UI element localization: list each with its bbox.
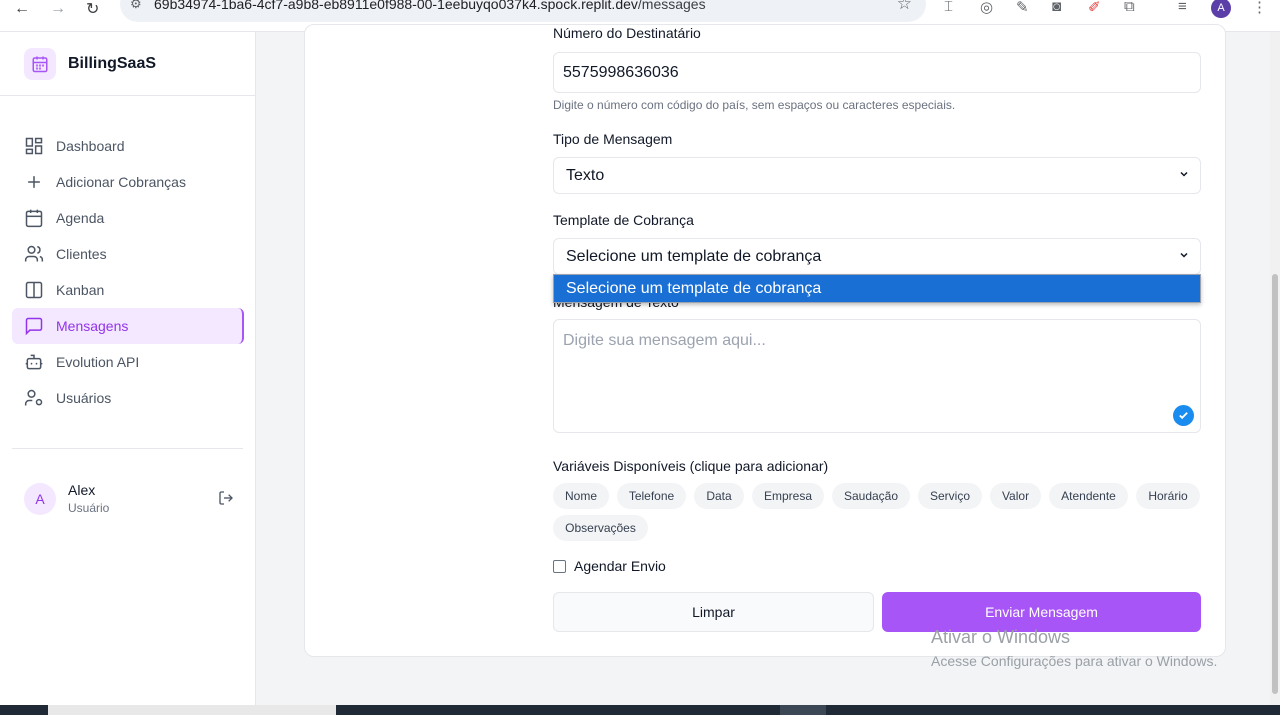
sidebar-item-label: Usuários: [56, 390, 112, 406]
clear-button[interactable]: Limpar: [553, 592, 874, 632]
variable-chip[interactable]: Saudação: [832, 483, 910, 509]
send-message-button[interactable]: Enviar Mensagem: [882, 592, 1201, 632]
url-path: /messages: [637, 0, 706, 12]
user-profile: A Alex Usuário: [24, 482, 234, 515]
chevron-down-icon: [1178, 168, 1190, 183]
kanban-icon: [24, 280, 44, 300]
calendar-icon: [24, 208, 44, 228]
back-icon[interactable]: ←: [14, 0, 30, 18]
recipient-help: Digite o número com código do país, sem …: [553, 98, 956, 112]
sidebar-item-label: Mensagens: [56, 318, 129, 334]
sidebar-item-users[interactable]: Usuários: [12, 380, 244, 416]
message-type-label: Tipo de Mensagem: [553, 131, 673, 147]
taskbar: [0, 705, 1280, 715]
message-icon: [24, 316, 44, 336]
extension-compass-icon[interactable]: ◎: [980, 0, 993, 16]
logout-icon[interactable]: [218, 490, 234, 511]
message-placeholder: Digite sua mensagem aqui...: [563, 332, 766, 349]
checkmark-icon: [1173, 405, 1194, 426]
sidebar-item-dashboard[interactable]: Dashboard: [12, 128, 244, 164]
profile-avatar[interactable]: A: [1211, 0, 1231, 18]
sidebar-item-label: Agenda: [56, 210, 105, 226]
main-content: Número do Destinatário 5575998636036 Dig…: [256, 24, 1280, 705]
variable-chip[interactable]: Telefone: [617, 483, 686, 509]
sidebar-item-evolution-api[interactable]: Evolution API: [12, 344, 244, 380]
reading-list-icon[interactable]: ≡: [1178, 0, 1187, 15]
template-label: Template de Cobrança: [553, 212, 694, 228]
scrollbar-thumb[interactable]: [1272, 274, 1278, 694]
url-host: 69b34974-1ba6-4cf7-a9b8-eb8911e0f988-00-…: [154, 0, 638, 12]
divider: [12, 448, 243, 449]
plus-icon: [24, 172, 44, 192]
schedule-label: Agendar Envio: [574, 558, 666, 574]
variable-chip[interactable]: Atendente: [1049, 483, 1128, 509]
template-dropdown-option[interactable]: Selecione um template de cobrança: [553, 274, 1201, 303]
sidebar: BillingSaaS Dashboard Adicionar Cobrança…: [0, 32, 256, 705]
taskbar-search[interactable]: [48, 705, 336, 715]
brand-name: BillingSaaS: [68, 55, 157, 72]
sidebar-item-messages[interactable]: Mensagens: [12, 308, 244, 344]
variable-chip[interactable]: Valor: [990, 483, 1041, 509]
avatar: A: [24, 482, 56, 515]
scrollbar[interactable]: [1270, 32, 1280, 705]
schedule-checkbox[interactable]: [553, 559, 566, 573]
template-value: Selecione um template de cobrança: [566, 247, 822, 265]
extension-pen-icon[interactable]: ✐: [1088, 0, 1101, 16]
calendar-logo-icon: [24, 48, 56, 80]
dashboard-icon: [24, 136, 44, 156]
bot-icon: [24, 352, 44, 372]
template-select[interactable]: Selecione um template de cobrança: [553, 238, 1201, 275]
extensions-puzzle-icon[interactable]: ⧉: [1124, 0, 1135, 15]
watermark-subtitle: Acesse Configurações para ativar o Windo…: [931, 653, 1218, 669]
variable-chip[interactable]: Horário: [1136, 483, 1200, 509]
menu-dots-icon[interactable]: ⋮: [1252, 0, 1267, 16]
variables-label: Variáveis Disponíveis (clique para adici…: [553, 458, 829, 474]
address-bar[interactable]: ⚙ 69b34974-1ba6-4cf7-a9b8-eb8911e0f988-0…: [120, 0, 926, 22]
recipient-label: Número do Destinatário: [553, 25, 701, 41]
watermark-title: Ativar o Windows: [931, 627, 1071, 647]
variable-chip[interactable]: Data: [694, 483, 744, 509]
bookmark-star-icon[interactable]: ☆: [897, 0, 912, 14]
sidebar-item-agenda[interactable]: Agenda: [12, 200, 244, 236]
recipient-input[interactable]: 5575998636036: [553, 52, 1201, 93]
sidebar-item-label: Kanban: [56, 282, 105, 298]
extension-eyedropper-icon[interactable]: ✎: [1016, 0, 1029, 16]
sidebar-item-kanban[interactable]: Kanban: [12, 272, 244, 308]
sidebar-item-label: Clientes: [56, 246, 107, 262]
message-type-value: Texto: [566, 166, 605, 184]
reload-icon[interactable]: ↻: [86, 0, 99, 18]
forward-icon[interactable]: →: [50, 0, 66, 18]
extension-camera-icon[interactable]: ◙: [1052, 0, 1061, 15]
taskbar-app-active[interactable]: [780, 705, 826, 715]
users-icon: [24, 244, 44, 264]
message-type-select[interactable]: Texto: [553, 157, 1201, 194]
user-name: Alex: [68, 482, 96, 498]
divider: [0, 95, 255, 96]
user-role: Usuário: [68, 501, 110, 515]
variable-chip[interactable]: Serviço: [918, 483, 982, 509]
schedule-toggle[interactable]: Agendar Envio: [553, 558, 666, 574]
sidebar-item-clients[interactable]: Clientes: [12, 236, 244, 272]
sidebar-item-add-charges[interactable]: Adicionar Cobranças: [12, 164, 244, 200]
brand[interactable]: BillingSaaS: [24, 48, 156, 80]
site-settings-icon[interactable]: ⚙: [130, 0, 142, 12]
sidebar-item-label: Evolution API: [56, 354, 140, 370]
variable-chip[interactable]: Observações: [553, 515, 648, 541]
windows-activation-watermark: Ativar o Windows Acesse Configurações pa…: [931, 627, 1217, 669]
variable-chip[interactable]: Nome: [553, 483, 609, 509]
main-nav: Dashboard Adicionar Cobranças Agenda Cli…: [12, 128, 244, 416]
message-textarea[interactable]: Digite sua mensagem aqui...: [553, 319, 1201, 433]
variable-chip[interactable]: Empresa: [752, 483, 824, 509]
sidebar-item-label: Adicionar Cobranças: [56, 174, 186, 190]
user-cog-icon: [24, 388, 44, 408]
chevron-down-icon: [1178, 249, 1190, 264]
sidebar-item-label: Dashboard: [56, 138, 125, 154]
extension-lt-icon[interactable]: ⌶: [944, 0, 953, 15]
